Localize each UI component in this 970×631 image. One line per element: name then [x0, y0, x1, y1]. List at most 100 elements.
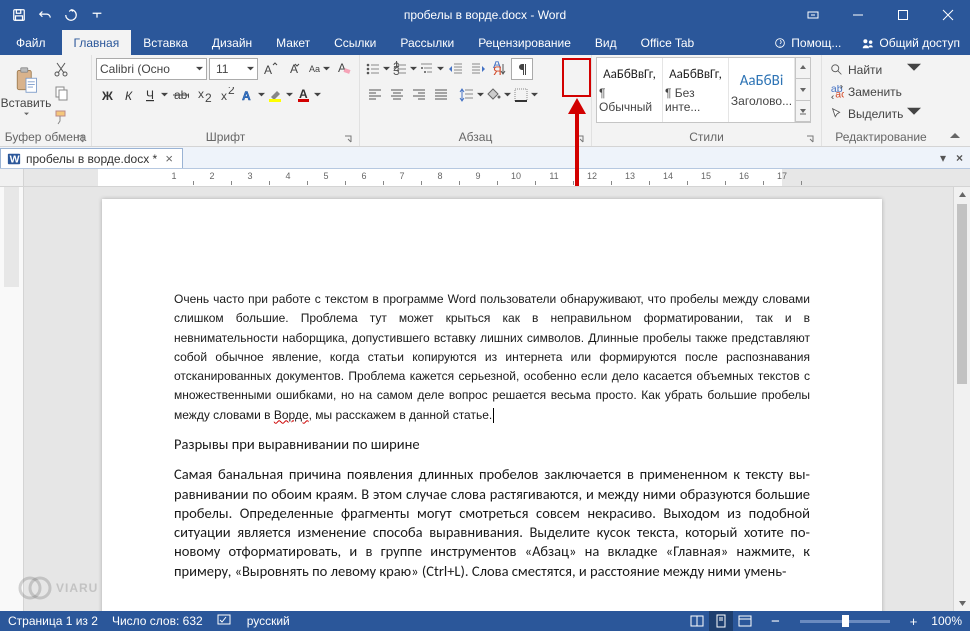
strikethrough-icon[interactable]: abc [170, 84, 192, 106]
horizontal-ruler[interactable]: 1234567891011121314151617 [0, 169, 970, 187]
borders-icon[interactable] [512, 84, 539, 106]
collapse-ribbon-icon[interactable] [950, 130, 966, 144]
underline-icon[interactable]: Ч [142, 84, 169, 106]
word-count[interactable]: Число слов: 632 [112, 614, 203, 628]
tab-design[interactable]: Дизайн [200, 30, 264, 55]
svg-text:x: x [221, 89, 227, 103]
highlight-icon[interactable] [267, 84, 294, 106]
style-normal[interactable]: АаБбВвГг,¶ Обычный [597, 58, 663, 122]
multilevel-list-icon[interactable] [418, 58, 445, 80]
styles-scroll[interactable] [795, 58, 810, 122]
ribbon-options-icon[interactable] [790, 0, 835, 30]
zoom-slider[interactable] [800, 620, 890, 623]
numbering-icon[interactable]: 123 [391, 58, 418, 80]
grow-font-icon[interactable]: A [260, 58, 282, 80]
save-icon[interactable] [6, 2, 32, 28]
subscript-icon[interactable]: x2 [193, 84, 215, 106]
style-heading1[interactable]: АаБбВіЗаголово... [729, 58, 795, 122]
document-page[interactable]: Очень часто при работе с текстом в прогр… [102, 199, 882, 611]
font-color-icon[interactable]: A [295, 84, 322, 106]
tab-layout[interactable]: Макет [264, 30, 322, 55]
zoom-in-icon[interactable]: + [910, 614, 918, 629]
read-mode-icon[interactable] [685, 611, 709, 631]
sort-icon[interactable]: АЯ [489, 58, 511, 80]
tell-me-button[interactable]: Помощ... [763, 30, 851, 55]
spellcheck-icon[interactable] [217, 613, 233, 630]
italic-icon[interactable]: К [119, 84, 141, 106]
font-name-combo[interactable]: Calibri (Осно [96, 58, 207, 80]
justify-icon[interactable] [430, 84, 452, 106]
vertical-ruler[interactable] [0, 187, 24, 611]
style-no-spacing[interactable]: АаБбВвГг,¶ Без инте... [663, 58, 729, 122]
document-tabs: W пробелы в ворде.docx * × ▾ × [0, 147, 970, 169]
clipboard-launcher-icon[interactable] [73, 132, 87, 146]
tab-file[interactable]: Файл [0, 30, 62, 55]
bullets-icon[interactable] [364, 58, 391, 80]
zoom-thumb[interactable] [842, 615, 849, 627]
text-effects-icon[interactable]: A [239, 84, 266, 106]
tab-insert[interactable]: Вставка [131, 30, 200, 55]
change-case-icon[interactable]: Aa [308, 58, 331, 80]
redo-icon[interactable] [58, 2, 84, 28]
line-spacing-icon[interactable] [458, 84, 485, 106]
svg-text:К: К [125, 89, 133, 103]
page-indicator[interactable]: Страница 1 из 2 [8, 614, 98, 628]
zoom-level[interactable]: 100% [931, 614, 962, 628]
tab-menu-icon[interactable]: ▾ [937, 151, 949, 165]
select-button[interactable]: Выделить [826, 104, 925, 124]
increase-indent-icon[interactable] [467, 58, 489, 80]
print-layout-icon[interactable] [709, 611, 733, 631]
replace-button[interactable]: abacЗаменить [826, 82, 925, 102]
web-layout-icon[interactable] [733, 611, 757, 631]
styles-gallery[interactable]: АаБбВвГг,¶ Обычный АаБбВвГг,¶ Без инте..… [596, 57, 811, 123]
copy-icon[interactable] [50, 82, 72, 104]
tab-close-all-icon[interactable]: × [953, 151, 966, 165]
paste-button[interactable]: Вставить [4, 58, 48, 124]
tab-home[interactable]: Главная [62, 30, 132, 55]
show-marks-icon[interactable] [511, 58, 533, 80]
align-right-icon[interactable] [408, 84, 430, 106]
scroll-up-icon[interactable] [954, 187, 970, 204]
font-size-combo[interactable]: 11 [209, 58, 258, 80]
styles-launcher-icon[interactable] [803, 132, 817, 146]
zoom-out-icon[interactable]: − [771, 613, 780, 630]
vertical-scrollbar[interactable] [953, 187, 970, 611]
font-launcher-icon[interactable] [341, 132, 355, 146]
align-center-icon[interactable] [386, 84, 408, 106]
share-button[interactable]: Общий доступ [851, 30, 970, 55]
tab-references[interactable]: Ссылки [322, 30, 388, 55]
close-icon[interactable] [925, 0, 970, 30]
qat-customize-icon[interactable] [84, 2, 110, 28]
clear-formatting-icon[interactable]: A [333, 58, 355, 80]
quick-access-toolbar [0, 2, 110, 28]
tab-view[interactable]: Вид [583, 30, 629, 55]
document-tab[interactable]: W пробелы в ворде.docx * × [0, 148, 183, 168]
tab-mailings[interactable]: Рассылки [388, 30, 466, 55]
tab-review[interactable]: Рецензирование [466, 30, 583, 55]
shading-icon[interactable] [485, 84, 512, 106]
scroll-thumb[interactable] [957, 204, 967, 384]
tab-officetab[interactable]: Office Tab [629, 30, 707, 55]
maximize-icon[interactable] [880, 0, 925, 30]
minimize-icon[interactable] [835, 0, 880, 30]
bold-icon[interactable]: Ж [96, 84, 118, 106]
find-button[interactable]: Найти [826, 60, 925, 80]
align-left-icon[interactable] [364, 84, 386, 106]
superscript-icon[interactable]: x2 [216, 84, 238, 106]
body-paragraph[interactable]: Самая банальная причина появления длинны… [174, 465, 810, 581]
document-viewport[interactable]: Очень часто при работе с текстом в прогр… [24, 187, 953, 611]
body-paragraph[interactable]: Очень часто при работе с текстом в прогр… [174, 289, 810, 424]
decrease-indent-icon[interactable] [445, 58, 467, 80]
format-painter-icon[interactable] [50, 106, 72, 128]
undo-icon[interactable] [32, 2, 58, 28]
group-styles: АаБбВвГг,¶ Обычный АаБбВвГг,¶ Без инте..… [592, 55, 822, 146]
language-indicator[interactable]: русский [247, 614, 290, 628]
close-tab-icon[interactable]: × [162, 151, 176, 166]
scroll-down-icon[interactable] [954, 594, 970, 611]
paragraph-launcher-icon[interactable] [573, 132, 587, 146]
window-title: пробелы в ворде.docx - Word [404, 8, 566, 22]
cut-icon[interactable] [50, 58, 72, 80]
svg-text:Я: Я [493, 64, 502, 77]
shrink-font-icon[interactable]: A [284, 58, 306, 80]
body-subheading[interactable]: Разрывы при выравнивании по ширине [174, 435, 810, 454]
